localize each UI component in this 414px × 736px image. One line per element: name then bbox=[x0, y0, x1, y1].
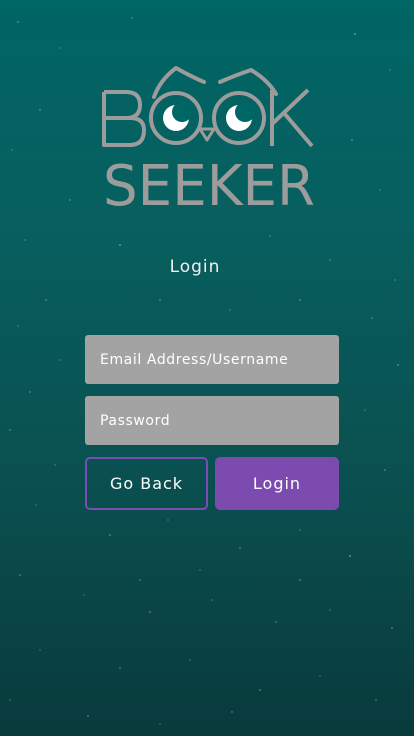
page-title: Login bbox=[169, 257, 221, 277]
book-seeker-logo: SEEKER bbox=[102, 66, 315, 212]
go-back-button[interactable]: Go Back bbox=[85, 457, 208, 510]
email-username-field[interactable] bbox=[85, 335, 339, 384]
password-field[interactable] bbox=[85, 396, 339, 445]
login-button[interactable]: Login bbox=[215, 457, 339, 510]
logo-text-seeker: SEEKER bbox=[103, 154, 315, 212]
